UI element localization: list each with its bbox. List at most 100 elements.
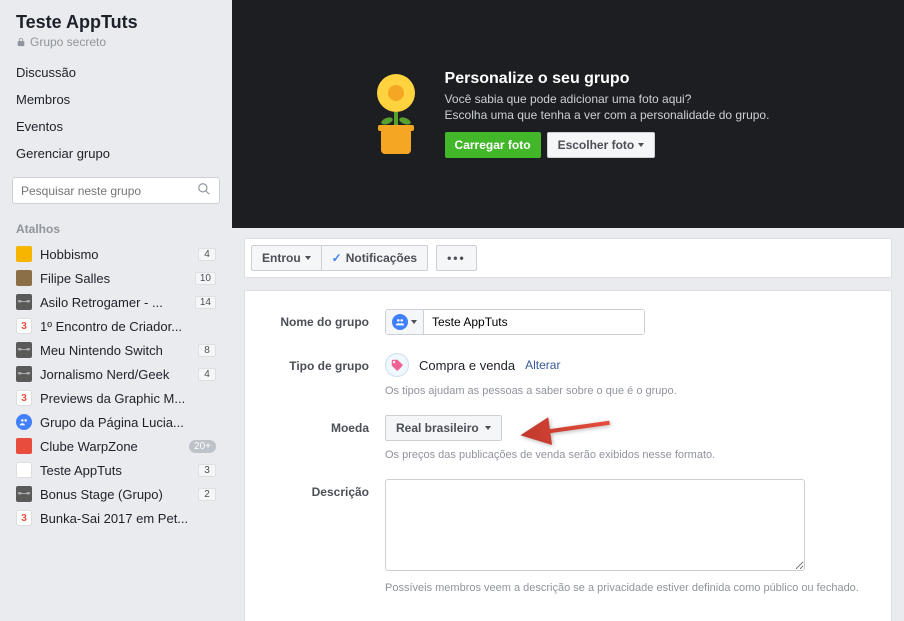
description-textarea[interactable]	[385, 479, 805, 571]
shortcut-label: Grupo da Página Lucia...	[40, 415, 216, 430]
shortcut-label: Teste AppTuts	[40, 463, 190, 478]
tag-icon	[385, 353, 409, 377]
caret-down-icon	[305, 256, 311, 260]
shortcut-item[interactable]: Asilo Retrogamer - ... 14	[8, 290, 224, 314]
nav-manage[interactable]: Gerenciar grupo	[16, 140, 216, 167]
shortcut-item[interactable]: 3 Bunka-Sai 2017 em Pet...	[8, 506, 224, 530]
shortcut-icon	[16, 270, 32, 286]
shortcut-label: Bunka-Sai 2017 em Pet...	[40, 511, 216, 526]
shortcut-label: Clube WarpZone	[40, 439, 181, 454]
shortcut-item[interactable]: Bonus Stage (Grupo) 2	[8, 482, 224, 506]
shortcut-icon	[16, 246, 32, 262]
shortcut-badge: 10	[195, 272, 216, 285]
currency-label: Moeda	[265, 415, 385, 461]
shortcut-badge: 3	[198, 464, 216, 477]
group-icon	[392, 314, 408, 330]
shortcut-label: Hobbismo	[40, 247, 190, 262]
cover-banner: Personalize o seu grupo Você sabia que p…	[232, 0, 904, 228]
shortcut-item[interactable]: Clube WarpZone 20+	[8, 434, 224, 458]
type-value: Compra e venda	[419, 358, 515, 373]
shortcut-label: Bonus Stage (Grupo)	[40, 487, 190, 502]
shortcut-label: Previews da Graphic M...	[40, 391, 216, 406]
name-label: Nome do grupo	[265, 309, 385, 335]
sidebar-nav: Discussão Membros Eventos Gerenciar grup…	[8, 59, 224, 177]
shortcut-icon: 3	[16, 510, 32, 526]
row-name: Nome do grupo	[265, 309, 871, 335]
currency-dropdown[interactable]: Real brasileiro	[385, 415, 502, 441]
shortcut-icon	[16, 414, 32, 430]
shortcut-badge: 20+	[189, 440, 216, 453]
group-icon-selector[interactable]	[386, 310, 424, 334]
group-privacy: Grupo secreto	[8, 35, 224, 59]
cover-heading: Personalize o seu grupo	[445, 70, 770, 88]
upload-photo-button[interactable]: Carregar foto	[445, 132, 541, 158]
shortcuts-list: Hobbismo 4 Filipe Salles 10 Asilo Retrogamer…	[8, 242, 224, 530]
caret-down-icon	[485, 426, 491, 430]
shortcut-badge: 8	[198, 344, 216, 357]
search-input[interactable]	[21, 184, 197, 198]
main-content: Personalize o seu grupo Você sabia que p…	[232, 0, 904, 621]
group-toolbar: Entrou ✓ Notificações •••	[244, 238, 892, 278]
shortcut-item[interactable]: Jornalismo Nerd/Geek 4	[8, 362, 224, 386]
change-type-link[interactable]: Alterar	[525, 358, 560, 372]
shortcut-icon	[16, 462, 32, 478]
group-title: Teste AppTuts	[8, 12, 224, 35]
shortcut-badge: 2	[198, 488, 216, 501]
notifications-button[interactable]: ✓ Notificações	[321, 245, 428, 271]
choose-photo-label: Escolher foto	[558, 138, 635, 152]
nav-discussion[interactable]: Discussão	[16, 59, 216, 86]
desc-hint: Possíveis membros veem a descrição se a …	[385, 582, 871, 594]
privacy-text: Grupo secreto	[30, 35, 106, 49]
joined-label: Entrou	[262, 251, 301, 265]
shortcut-label: Jornalismo Nerd/Geek	[40, 367, 190, 382]
shortcut-label: Asilo Retrogamer - ...	[40, 295, 187, 310]
sidebar-search[interactable]	[12, 177, 220, 204]
lock-icon	[16, 37, 26, 47]
choose-photo-button[interactable]: Escolher foto	[547, 132, 656, 158]
currency-value: Real brasileiro	[396, 421, 479, 435]
shortcut-item[interactable]: Filipe Salles 10	[8, 266, 224, 290]
caret-down-icon	[411, 320, 417, 324]
type-label: Tipo de grupo	[265, 353, 385, 397]
currency-hint: Os preços das publicações de venda serão…	[385, 449, 871, 461]
more-button[interactable]: •••	[436, 245, 477, 271]
shortcut-item[interactable]: Hobbismo 4	[8, 242, 224, 266]
shortcut-label: Filipe Salles	[40, 271, 187, 286]
flower-icon	[367, 74, 425, 154]
row-currency: Moeda Real brasileiro Os preços das publ…	[265, 415, 871, 461]
check-icon: ✓	[332, 251, 342, 265]
shortcut-item[interactable]: 3 1º Encontro de Criador...	[8, 314, 224, 338]
nav-members[interactable]: Membros	[16, 86, 216, 113]
sidebar: Teste AppTuts Grupo secreto Discussão Me…	[0, 0, 232, 621]
shortcut-label: Meu Nintendo Switch	[40, 343, 190, 358]
caret-down-icon	[638, 143, 644, 147]
desc-label: Descrição	[265, 479, 385, 594]
shortcut-icon	[16, 342, 32, 358]
shortcut-icon	[16, 438, 32, 454]
search-icon	[197, 182, 211, 199]
row-type: Tipo de grupo Compra e venda Alterar Os …	[265, 353, 871, 397]
shortcut-item[interactable]: Meu Nintendo Switch 8	[8, 338, 224, 362]
shortcut-icon: 3	[16, 318, 32, 334]
shortcut-icon	[16, 366, 32, 382]
group-name-input[interactable]	[424, 310, 644, 334]
settings-panel: Nome do grupo Tipo de grupo	[244, 290, 892, 621]
shortcut-item[interactable]: Teste AppTuts 3	[8, 458, 224, 482]
shortcut-icon: 3	[16, 390, 32, 406]
shortcut-item[interactable]: Grupo da Página Lucia...	[8, 410, 224, 434]
shortcut-badge: 4	[198, 368, 216, 381]
nav-events[interactable]: Eventos	[16, 113, 216, 140]
cover-line2: Escolha uma que tenha a ver com a person…	[445, 108, 770, 122]
row-description: Descrição Possíveis membros veem a descr…	[265, 479, 871, 594]
cover-line1: Você sabia que pode adicionar uma foto a…	[445, 92, 770, 106]
cover-text: Personalize o seu grupo Você sabia que p…	[445, 70, 770, 158]
shortcut-icon	[16, 294, 32, 310]
shortcut-badge: 14	[195, 296, 216, 309]
shortcut-item[interactable]: 3 Previews da Graphic M...	[8, 386, 224, 410]
shortcut-label: 1º Encontro de Criador...	[40, 319, 216, 334]
notifications-label: Notificações	[346, 251, 417, 265]
joined-button[interactable]: Entrou	[251, 245, 321, 271]
shortcut-badge: 4	[198, 248, 216, 261]
shortcut-icon	[16, 486, 32, 502]
shortcuts-header: Atalhos	[8, 218, 224, 242]
